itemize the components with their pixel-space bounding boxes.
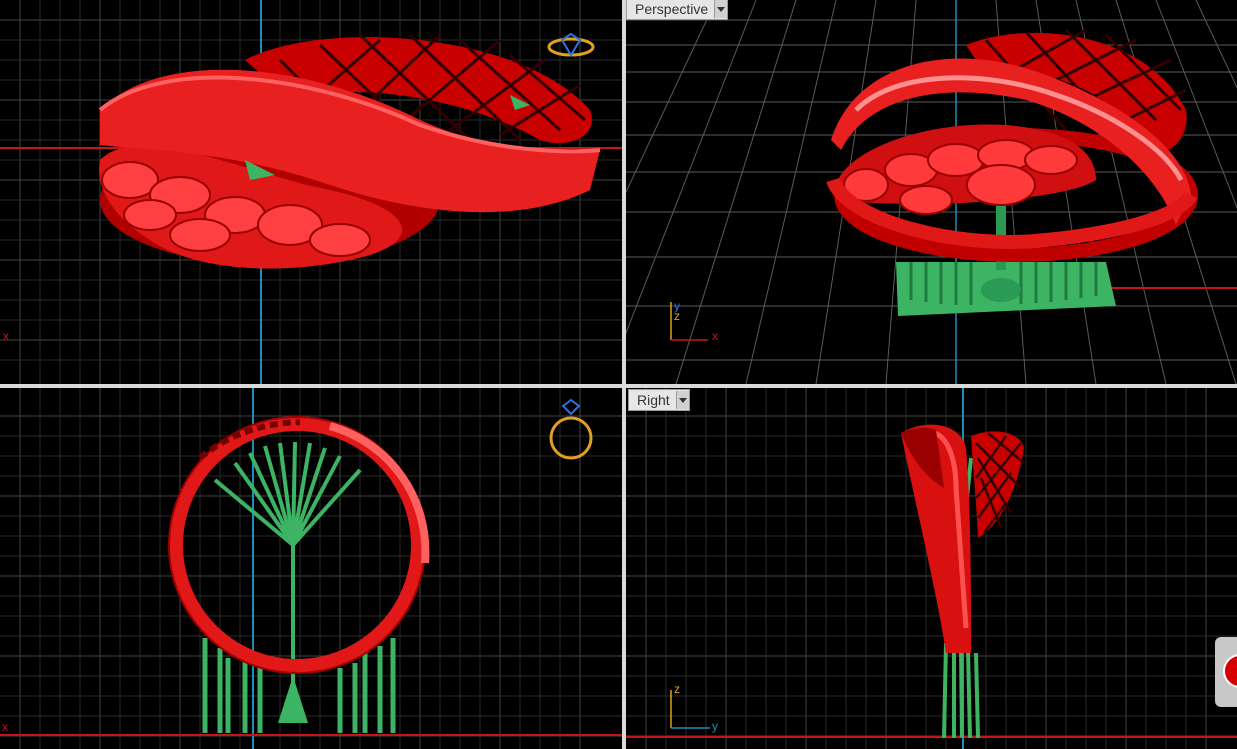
viewport-perspective[interactable]: y z x Perspective	[626, 0, 1237, 384]
viewport-label-text: Perspective	[635, 1, 709, 17]
axis-x-label: x	[2, 720, 8, 734]
ring-gizmo-icon[interactable]	[547, 32, 595, 57]
chevron-down-icon[interactable]	[714, 0, 728, 18]
viewport-top[interactable]: x	[0, 0, 622, 384]
viewport-front[interactable]: x	[0, 388, 622, 749]
viewport-divider-horizontal[interactable]	[0, 384, 1237, 388]
viewport-divider-vertical[interactable]	[622, 0, 626, 749]
viewport-top-canvas[interactable]: x	[0, 0, 622, 384]
axis-tripod: z y	[670, 682, 718, 733]
axis-z-label: z	[674, 309, 680, 323]
viewport-label-text: Right	[637, 392, 670, 408]
viewport-perspective-canvas[interactable]: y z x	[626, 0, 1237, 384]
ring-model-perspective[interactable]	[826, 28, 1198, 262]
axis-x-label: x	[3, 329, 9, 343]
support-tree-front[interactable]	[202, 441, 396, 733]
axis-y-label: y	[712, 719, 718, 733]
record-button-icon[interactable]	[1215, 637, 1237, 707]
ring-model-front[interactable]	[168, 416, 430, 674]
ring-gizmo-icon[interactable]	[549, 398, 593, 460]
ring-model-top[interactable]	[98, 33, 601, 269]
viewport-right-canvas[interactable]: z y	[626, 388, 1237, 749]
axis-z-label: z	[674, 682, 680, 696]
viewport-label-right[interactable]: Right	[628, 389, 690, 411]
chevron-down-icon[interactable]	[675, 391, 689, 409]
viewport-right[interactable]: z y Right	[626, 388, 1237, 749]
viewport-label-perspective[interactable]: Perspective	[626, 0, 729, 20]
axis-x-label: x	[712, 329, 718, 343]
viewport-front-canvas[interactable]: x	[0, 388, 622, 749]
